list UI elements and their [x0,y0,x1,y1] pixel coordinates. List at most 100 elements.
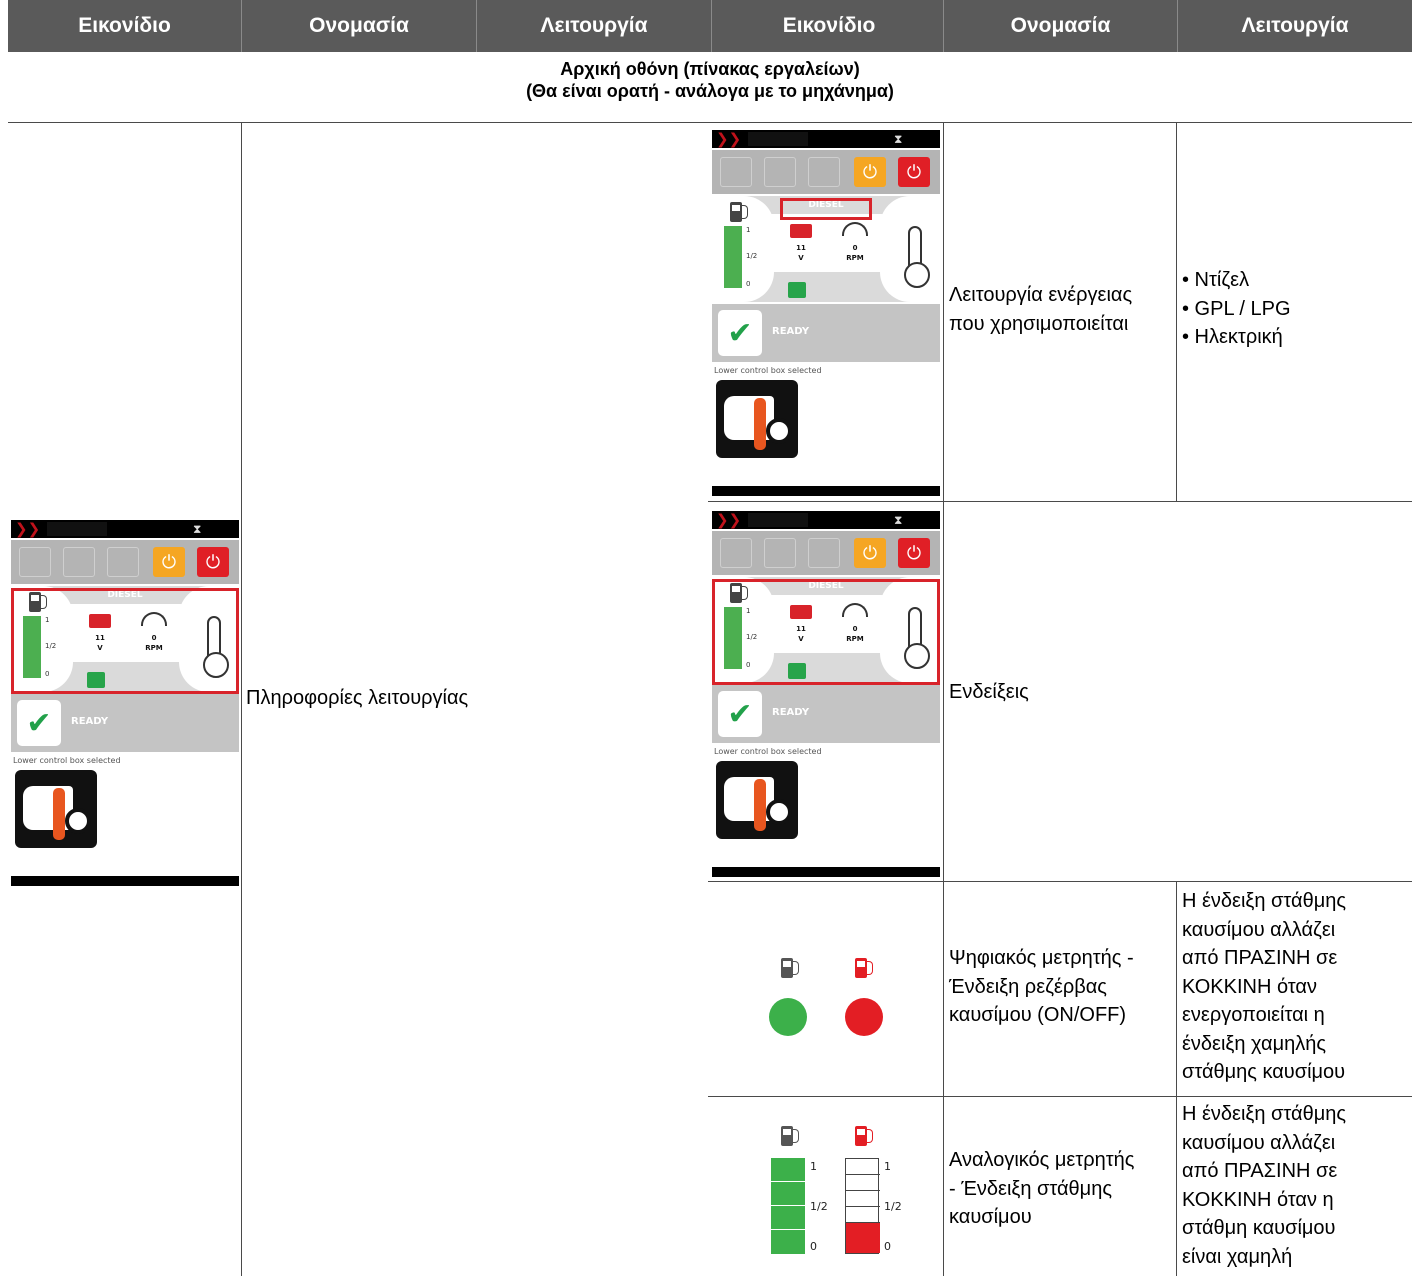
gauge-label: 0 [746,280,751,288]
row-1-name: Λειτουργία ενέργειας που χρησιμοποιείται [949,284,1133,335]
row-4-name: Αναλογικός μετρητής - Ένδειξη στάθμης κα… [949,1149,1135,1228]
row-2-name: Ενδείξεις [949,681,1029,703]
fuel-gauge-bar [724,226,742,288]
row-3-function: Η ένδειξη στάθμης καυσίμου αλλάζει από Π… [1182,890,1346,1083]
screen-title-bar [748,132,808,146]
screen-bottom-bar [712,486,940,496]
chevron-icon: ❯❯ [716,511,742,529]
rpm-value: 0 [852,244,858,252]
power-icon: ⏻ [898,538,930,568]
list-item: • Ηλεκτρική [1182,326,1283,348]
screen-title-bar [47,522,107,536]
indications-screen-image: ❯❯ ⧗ ⏻ ⏻ DIESEL 1 1/2 0 11 V 0 RPM ✔ REA… [712,511,940,877]
hourglass-icon: ⧗ [894,513,903,527]
table-header: Εικονίδιο Ονομασία Λειτουργία Εικονίδιο … [8,0,1412,52]
green-indicator-icon [769,998,807,1036]
chevron-icon: ❯❯ [15,520,41,538]
warning-icon: ⏻ [854,157,886,187]
screen-top-bar: ❯❯ ⧗ [712,130,940,148]
table-rule [708,501,1412,502]
filter-icon [764,157,796,187]
list-item: • Ντίζελ [1182,269,1250,291]
dashboard-screen-image: ❯❯ ⧗ ⏻ ⏻ DIESEL 1 1/2 0 11 V 0 RPM ✔ REA… [11,520,239,886]
screen-icon-row: ⏻ ⏻ [11,540,239,584]
oil-icon [808,157,840,187]
warning-icon: ⏻ [854,538,886,568]
fuel-pump-red-icon [855,1126,873,1146]
ready-panel: ✔ READY [11,694,239,752]
fuel-pump-red-icon [855,958,873,978]
battery-icon [720,157,752,187]
thermometer-icon [904,226,930,288]
gauge-label: 0 [884,1240,891,1253]
filter-icon [63,547,95,577]
header-icon-col-2: Εικονίδιο [782,14,876,37]
table-rule [8,122,1412,123]
hourglass-icon: ⧗ [193,522,202,536]
ready-label: READY [772,326,810,337]
screen-bottom-bar [712,867,940,877]
list-item: • GPL / LPG [1182,297,1291,320]
machine-illustration [716,761,798,839]
lower-control-label: Lower control box selected [714,747,822,756]
check-icon: ✔ [718,691,762,737]
low-level-gauge [845,1158,880,1254]
fuel-pump-icon [781,1126,799,1146]
screen-top-bar: ❯❯ ⧗ [712,511,940,529]
filter-icon [764,538,796,568]
screen-bottom-bar [11,876,239,886]
gauge-label: 1/2 [884,1200,902,1213]
gauge-label: 1 [746,226,751,234]
red-indicator-icon [845,998,883,1036]
header-function-col-2: Λειτουργία [1241,14,1349,37]
table-rule [241,122,242,1276]
table-rule [708,881,1412,882]
table-rule [708,1096,1412,1097]
chevron-icon: ❯❯ [716,130,742,148]
ready-label: READY [772,707,810,718]
left-item-name: Πληροφορίες λειτουργίας [246,687,469,709]
table-rule [943,122,944,1276]
warning-icon: ⏻ [153,547,185,577]
section-title-line-1: Αρχική οθόνη (πίνακας εργαλείων) [560,59,860,79]
hourglass-icon: ⧗ [894,132,903,146]
screen-title-bar [748,513,808,527]
oil-icon [808,538,840,568]
check-icon: ✔ [718,310,762,356]
battery-icon [790,224,812,238]
gauge-label: 1 [884,1160,891,1173]
fuel-pump-icon [781,958,799,978]
row-1-function: • Ντίζελ • GPL / LPG • Ηλεκτρική [1182,266,1291,352]
header-name-col-1: Ονομασία [309,14,409,37]
center-panel [742,214,910,272]
header-name-col-2: Ονομασία [1010,14,1111,37]
screen-icon-row: ⏻ ⏻ [712,150,940,194]
battery-icon [19,547,51,577]
ready-label: READY [71,716,109,727]
voltage-unit: V [798,254,804,262]
gauge-label: 1/2 [810,1200,828,1213]
screen-top-bar: ❯❯ ⧗ [11,520,239,538]
check-icon: ✔ [17,700,61,746]
table-rule [1176,122,1177,501]
energy-mode-screen-image: ❯❯ ⧗ ⏻ ⏻ DIESEL 1 1/2 0 11 V 0 RPM ✔ REA… [712,130,940,496]
full-level-gauge [771,1158,805,1254]
header-icon-col-1: Εικονίδιο [78,14,171,37]
header-function-col-1: Λειτουργία [540,14,648,37]
machine-illustration [15,770,97,848]
section-title: Αρχική οθόνη (πίνακας εργαλείων) (Θα είν… [8,58,1412,102]
row-3-name: Ψηφιακός μετρητής - Ένδειξη ρεζέρβας καυ… [949,947,1134,1026]
ready-panel: ✔ READY [712,685,940,743]
highlight-frame [712,579,940,685]
battery-icon [720,538,752,568]
beacon-icon [788,282,806,298]
oil-icon [107,547,139,577]
power-icon: ⏻ [898,157,930,187]
machine-illustration [716,380,798,458]
row-4-function: Η ένδειξη στάθμης καυσίμου αλλάζει από Π… [1182,1103,1346,1268]
lower-control-label: Lower control box selected [13,756,121,765]
highlight-frame [780,198,872,220]
gauge-label: 0 [810,1240,817,1253]
rpm-unit: RPM [846,254,864,262]
lower-control-label: Lower control box selected [714,366,822,375]
